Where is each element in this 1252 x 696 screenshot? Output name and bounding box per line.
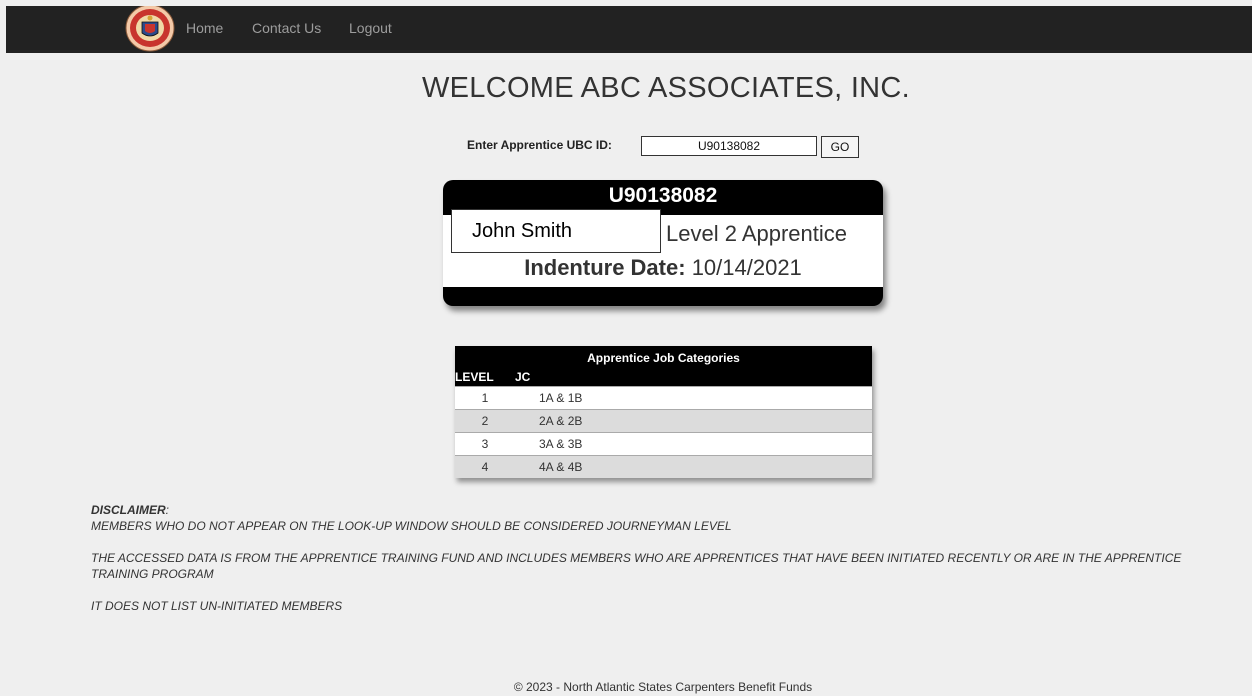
nav-logout-link[interactable]: Logout	[349, 20, 392, 36]
page-title: WELCOME ABC ASSOCIATES, INC.	[421, 72, 911, 104]
top-navbar: Home Contact Us Logout	[6, 4, 1252, 53]
row-level: 4	[455, 455, 515, 478]
disclaimer-title: DISCLAIMER	[91, 503, 166, 517]
apprentice-id: U90138082	[608, 184, 718, 207]
column-header-jc: JC	[515, 368, 872, 387]
apprentice-name: John Smith	[472, 220, 573, 242]
disclaimer-line: MEMBERS WHO DO NOT APPEAR ON THE LOOK-UP…	[91, 519, 732, 533]
disclaimer-line: IT DOES NOT LIST UN-INITIATED MEMBERS	[91, 599, 343, 613]
ubc-seal-logo-icon[interactable]	[124, 4, 176, 53]
disclaimer-line: THE ACCESSED DATA IS FROM THE APPRENTICE…	[91, 551, 1182, 581]
row-jc: 3A & 3B	[515, 432, 872, 456]
table-row: 1 1A & 1B	[455, 386, 872, 410]
row-jc: 1A & 1B	[515, 386, 872, 410]
apprentice-level: Level 2 Apprentice	[666, 221, 848, 246]
go-button[interactable]: GO	[821, 136, 859, 158]
indenture-date-label: Indenture Date:	[524, 255, 686, 280]
nav-home-link[interactable]: Home	[186, 20, 223, 36]
job-categories-table: Apprentice Job Categories LEVEL JC 1 1A …	[455, 346, 872, 478]
apprentice-card-body: John Smith Level 2 Apprentice Indenture …	[443, 209, 883, 287]
row-level: 3	[455, 432, 515, 456]
row-jc: 2A & 2B	[515, 409, 872, 433]
ubc-id-label: Enter Apprentice UBC ID:	[467, 138, 612, 152]
row-jc: 4A & 4B	[515, 455, 872, 478]
indenture-date-line: Indenture Date: 10/14/2021	[443, 255, 883, 281]
apprentice-card: U90138082 John Smith Level 2 Apprentice …	[443, 180, 883, 306]
disclaimer: DISCLAIMER: MEMBERS WHO DO NOT APPEAR ON…	[91, 502, 1231, 614]
column-header-level: LEVEL	[455, 368, 515, 387]
ubc-id-input[interactable]	[641, 136, 817, 156]
indenture-date-value: 10/14/2021	[691, 255, 802, 280]
row-level: 2	[455, 409, 515, 433]
table-row: 4 4A & 4B	[455, 455, 872, 478]
table-row: 2 2A & 2B	[455, 409, 872, 433]
row-level: 1	[455, 386, 515, 410]
footer: © 2023 - North Atlantic States Carpenter…	[513, 680, 813, 694]
job-categories-title: Apprentice Job Categories	[455, 346, 872, 368]
nav-contact-us-link[interactable]: Contact Us	[252, 20, 321, 36]
table-row: 3 3A & 3B	[455, 432, 872, 456]
apprentice-name-box: John Smith	[451, 209, 661, 253]
